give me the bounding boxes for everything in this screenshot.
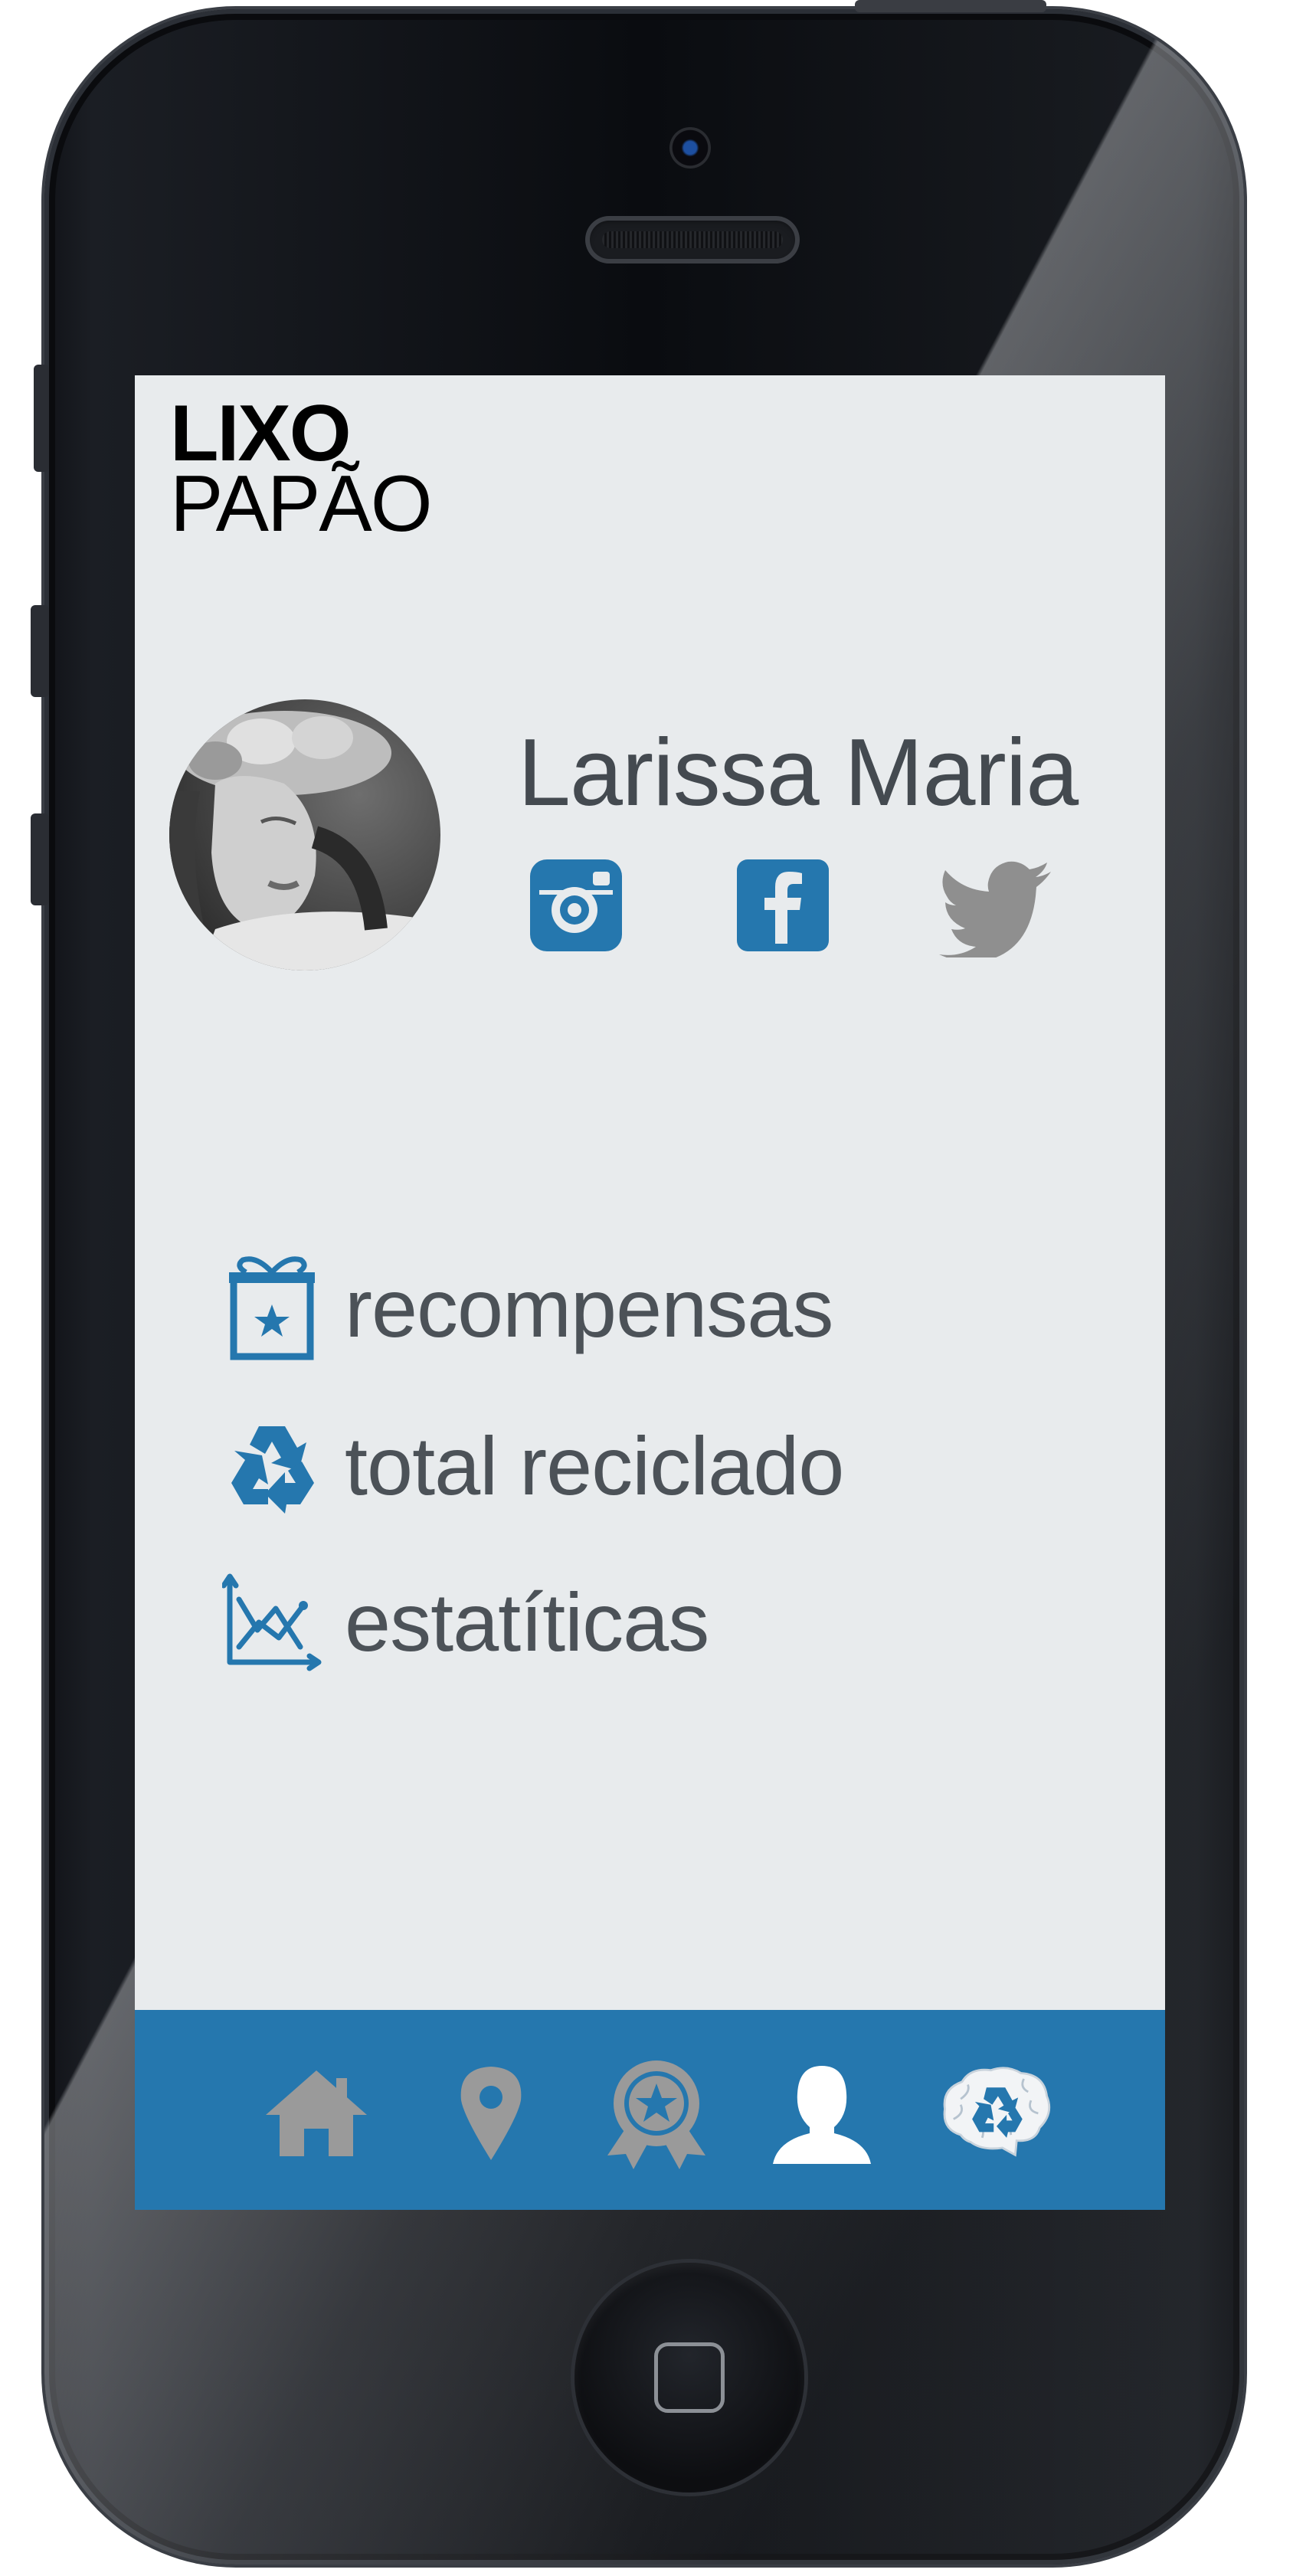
user-name: Larissa Maria: [518, 720, 1079, 826]
tab-map[interactable]: [434, 2056, 548, 2171]
chart-icon: [222, 1572, 322, 1671]
power-button: [855, 0, 1046, 12]
brain-recycle-icon: [943, 2067, 1051, 2157]
logo-line1: LIXO: [170, 389, 352, 478]
app-screen: LIXO PAPÃO Larissa Maria recompensas tot…: [135, 375, 1165, 2210]
facebook-icon[interactable]: [735, 858, 830, 957]
gift-star-icon: [222, 1256, 322, 1360]
tab-home[interactable]: [259, 2056, 374, 2171]
menu-item-total-reciclado[interactable]: total reciclado: [222, 1416, 844, 1515]
earpiece-speaker: [585, 216, 800, 263]
tab-awards[interactable]: [599, 2056, 714, 2171]
mute-switch: [34, 365, 49, 472]
menu-item-recompensas[interactable]: recompensas: [222, 1256, 833, 1360]
bottom-tab-bar: [135, 2010, 1165, 2210]
user-icon: [773, 2066, 871, 2164]
twitter-icon[interactable]: [939, 858, 1054, 962]
instagram-icon[interactable]: [529, 858, 624, 957]
map-pin-icon: [460, 2067, 522, 2160]
home-button[interactable]: [574, 2263, 804, 2493]
recycle-icon: [222, 1416, 322, 1515]
award-icon: [607, 2060, 705, 2169]
volume-up-button: [31, 605, 49, 697]
menu-item-estatiticas[interactable]: estatíticas: [222, 1572, 709, 1671]
menu-label: recompensas: [345, 1261, 833, 1354]
tab-profile[interactable]: [764, 2056, 879, 2171]
front-camera: [669, 127, 711, 169]
app-logo: LIXO PAPÃO: [170, 389, 433, 548]
menu-label: total reciclado: [345, 1419, 844, 1512]
logo-line2: PAPÃO: [170, 460, 433, 548]
home-icon: [266, 2070, 367, 2156]
volume-down-button: [31, 813, 49, 905]
tab-brain[interactable]: [939, 2056, 1054, 2171]
menu-label: estatíticas: [345, 1575, 709, 1668]
avatar[interactable]: [169, 699, 440, 971]
